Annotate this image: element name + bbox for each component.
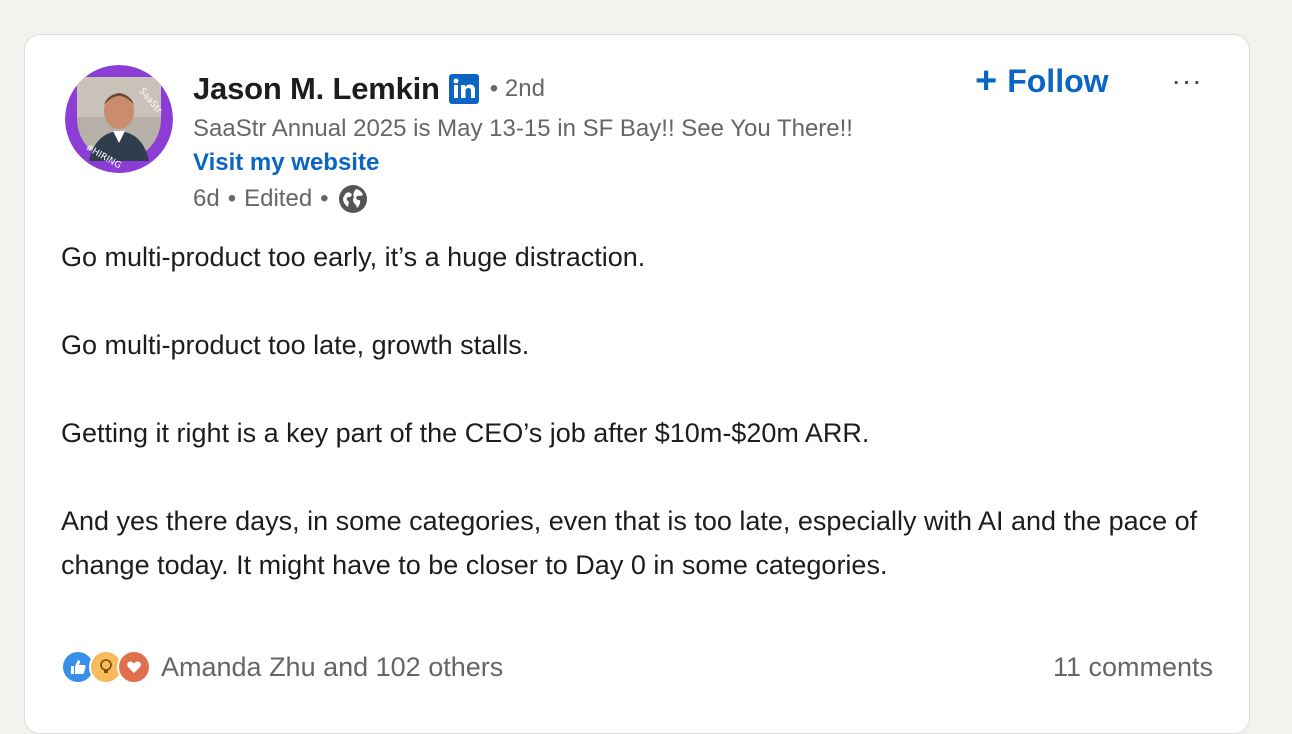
meta-separator-2: • bbox=[320, 185, 329, 212]
reaction-icons bbox=[61, 650, 151, 684]
connection-degree: • 2nd bbox=[489, 75, 545, 102]
post-paragraph: Go multi-product too early, it’s a huge … bbox=[61, 242, 646, 272]
meta-separator: • bbox=[227, 185, 237, 212]
love-icon bbox=[117, 650, 151, 684]
follow-label: Follow bbox=[1007, 62, 1109, 99]
globe-icon bbox=[337, 183, 369, 215]
post-edited: Edited bbox=[244, 185, 313, 212]
post-paragraph: Getting it right is a key part of the CE… bbox=[61, 418, 870, 448]
author-headline: SaaStr Annual 2025 is May 13-15 in SF Ba… bbox=[193, 115, 853, 142]
post-meta: 6d • Edited • bbox=[193, 183, 369, 215]
post-card: #HIRING SaaStr Jason M. Lemkin • 2nd Saa… bbox=[24, 34, 1250, 734]
author-name-row: Jason M. Lemkin • 2nd bbox=[193, 69, 545, 109]
reactions-summary[interactable]: Amanda Zhu and 102 others bbox=[61, 650, 503, 684]
post-paragraph: And yes there days, in some categories, … bbox=[61, 506, 1198, 580]
post-paragraph: Go multi-product too late, growth stalls… bbox=[61, 330, 530, 360]
linkedin-icon bbox=[448, 73, 480, 105]
more-options-icon[interactable]: ··· bbox=[1167, 63, 1207, 99]
comments-count-link[interactable]: 11 comments bbox=[1053, 652, 1213, 683]
follow-button[interactable]: + Follow bbox=[975, 61, 1109, 101]
avatar-image: #HIRING SaaStr bbox=[65, 65, 173, 173]
author-name[interactable]: Jason M. Lemkin bbox=[193, 71, 440, 107]
reactions-text: Amanda Zhu and 102 others bbox=[161, 651, 504, 682]
post-time: 6d bbox=[193, 185, 220, 212]
social-counts: Amanda Zhu and 102 others 11 comments bbox=[61, 647, 1213, 687]
visit-website-link[interactable]: Visit my website bbox=[193, 149, 379, 177]
plus-icon: + bbox=[975, 60, 998, 102]
post-body: Go multi-product too early, it’s a huge … bbox=[61, 235, 1211, 587]
author-avatar[interactable]: #HIRING SaaStr bbox=[65, 65, 173, 173]
